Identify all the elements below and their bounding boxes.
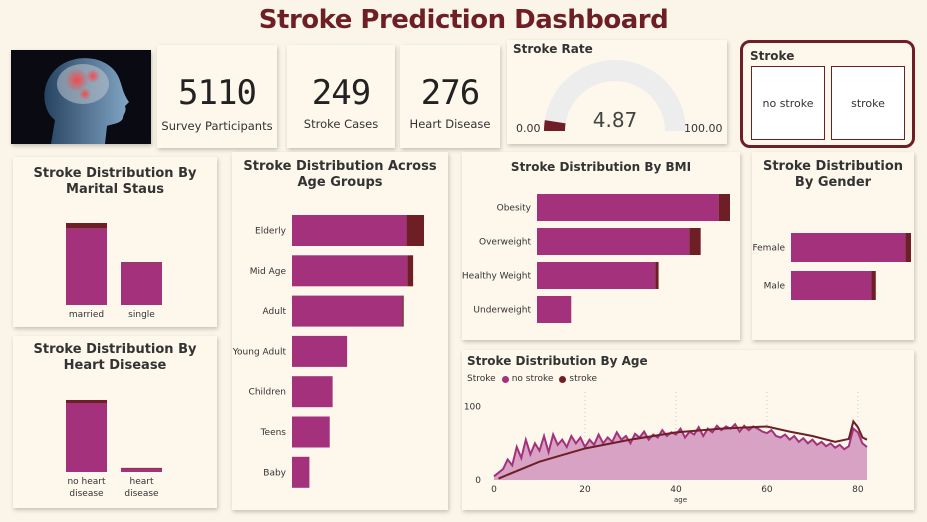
bar-no-stroke[interactable] [121,468,162,472]
marital-chart-card: Stroke Distribution By Marital Staus mar… [13,157,217,327]
bar-no-stroke[interactable] [791,271,872,300]
y-tick-label: 100 [464,403,481,413]
gauge-min: 0.00 [516,122,541,135]
bar-no-stroke[interactable] [537,228,690,255]
bar-no-stroke[interactable] [66,228,107,305]
bar-no-stroke[interactable] [292,295,403,327]
bar-no-stroke[interactable] [121,262,162,305]
heart-disease-bar-chart: no heart disease heart disease [66,400,162,499]
x-tick-label: 60 [761,485,773,495]
kpi-value: 249 [311,73,371,113]
stroke-slicer: Stroke no stroke stroke [740,40,915,148]
slicer-option-no-stroke[interactable]: no stroke [751,66,825,140]
bar-no-stroke[interactable] [292,456,310,488]
heart-disease-chart-card: Stroke Distribution By Heart Disease no … [13,336,217,508]
category-label: Teens [260,428,287,438]
category-label: disease [69,489,104,499]
category-label: Adult [263,307,287,317]
x-tick-label: 80 [852,485,864,495]
bar-stroke[interactable] [905,233,911,262]
bar-no-stroke[interactable] [292,215,407,246]
bar-stroke[interactable] [402,295,404,327]
category-label: Overweight [479,238,531,248]
bmi-chart-card: Stroke Distribution By BMI Obesity Overwe… [462,152,740,340]
category-label: Underweight [473,306,531,316]
category-label: Young Adult [232,347,286,357]
bar-stroke[interactable] [66,223,107,229]
head-xray-icon [44,58,130,144]
bar-no-stroke[interactable] [791,233,906,262]
bar-stroke[interactable] [406,215,424,246]
x-tick-label: 40 [670,485,682,495]
dashboard-title: Stroke Prediction Dashboard [258,5,669,35]
bar-no-stroke[interactable] [292,376,333,408]
kpi-value: 276 [420,73,480,113]
age-area-chart: 0 20 40 60 80 0 100 age [464,392,868,504]
bar-no-stroke[interactable] [66,403,107,472]
category-label: heart [130,477,154,487]
bar-no-stroke[interactable] [537,194,719,221]
kpi-stroke-cases: 249 Stroke Cases [287,45,395,148]
slicer-option-label: stroke [851,96,885,110]
bar-no-stroke[interactable] [292,416,330,448]
bar-stroke[interactable] [407,255,414,287]
bar-no-stroke[interactable] [537,262,656,289]
brain-image [11,50,151,144]
bar-stroke[interactable] [655,262,659,289]
gauge-max: 100.00 [684,122,723,135]
bmi-bar-chart: Obesity Overweight Healthy Weight Underweig… [462,194,730,323]
category-label: Children [249,388,286,398]
x-tick-label: 0 [491,485,497,495]
x-axis-label: age [674,496,687,504]
kpi-survey-participants: 5110 Survey Participants [157,45,277,148]
stroke-rate-gauge-card: Stroke Rate 4.87 0.00 100.00 [507,40,727,144]
bar-no-stroke[interactable] [292,335,348,367]
kpi-label: Survey Participants [161,119,273,133]
bar-stroke[interactable] [121,262,162,263]
x-tick-label: 20 [579,485,591,495]
gender-chart-card: Stroke Distribution By Gender Female Male [752,152,914,340]
bar-stroke[interactable] [718,194,730,221]
category-label: Elderly [255,227,287,237]
category-label: Male [764,282,786,292]
category-label: Healthy Weight [462,272,531,282]
slicer-option-label: no stroke [762,96,814,110]
kpi-heart-disease: 276 Heart Disease [400,45,500,148]
category-label: disease [124,489,159,499]
category-label: married [69,310,104,320]
category-label: no heart [67,477,106,487]
kpi-label: Stroke Cases [303,117,379,131]
bar-no-stroke[interactable] [292,255,408,287]
age-line-chart-card: Stroke Distribution By Age Stroke no str… [462,350,914,510]
age-group-bar-chart: Elderly Mid Age Adult Young Adult Children Te… [232,215,424,488]
marital-bar-chart: married single [66,223,162,320]
bar-stroke[interactable] [871,271,876,300]
kpi-label: Heart Disease [409,117,491,131]
category-label: Obesity [497,204,532,214]
category-label: Female [752,244,785,254]
category-label: single [128,310,155,320]
gender-bar-chart: Female Male [752,233,911,300]
age-group-chart-card: Stroke Distribution Across Age Groups El… [232,152,448,510]
category-label: Mid Age [250,267,287,277]
bar-stroke[interactable] [689,228,701,255]
slicer-title: Stroke [750,49,795,63]
bar-stroke[interactable] [66,400,107,404]
slicer-option-stroke[interactable]: stroke [831,66,905,140]
category-label: Baby [263,468,286,478]
kpi-value: 5110 [178,73,257,113]
bar-stroke[interactable] [121,467,162,469]
y-tick-label: 0 [475,476,481,486]
bar-no-stroke[interactable] [537,296,572,323]
